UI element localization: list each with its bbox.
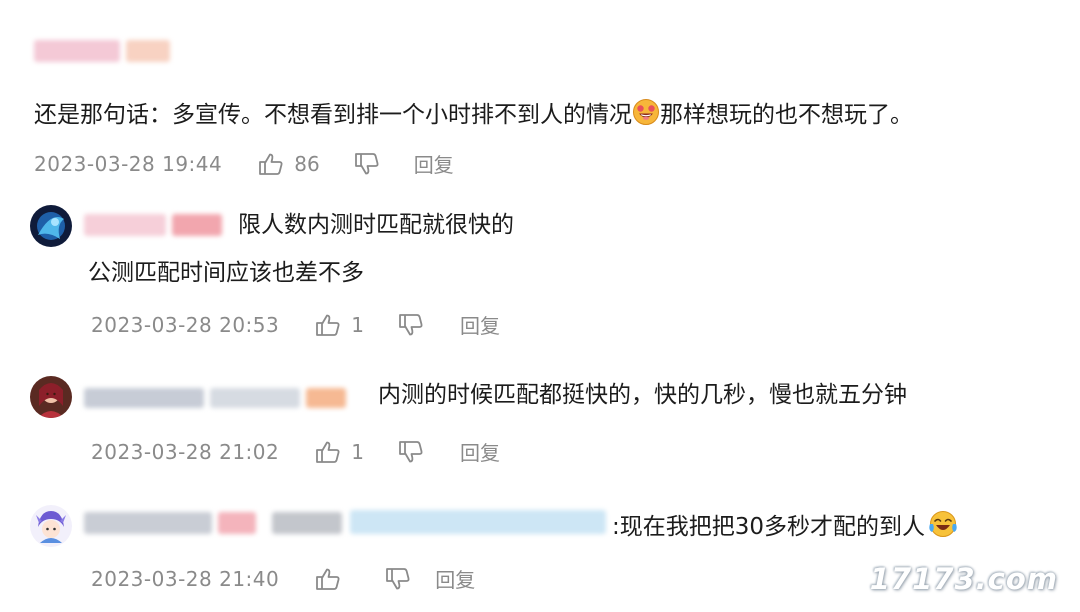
comment-text: 还是那句话：多宣传。不想看到排一个小时排不到人的情况 那样想玩的也不想玩了。: [34, 98, 913, 134]
thumbs-down-icon: [385, 567, 411, 591]
username-blurred[interactable]: [84, 214, 166, 236]
username-blurred[interactable]: [84, 388, 204, 408]
username-blurred-tail: [172, 214, 222, 236]
username-blurred-tail: [350, 510, 606, 534]
reply-button[interactable]: 回复: [460, 310, 500, 339]
username-blurred-accent: [218, 512, 256, 534]
like-button[interactable]: 1: [315, 313, 364, 337]
thumbs-up-icon: [315, 440, 341, 464]
reply-timestamp: 2023-03-28 21:02: [91, 439, 280, 464]
reply-timestamp: 2023-03-28 20:53: [91, 312, 280, 337]
reply-meta: 2023-03-28 21:02 1 回复: [91, 437, 500, 466]
avatar[interactable]: [30, 205, 72, 247]
username-blurred[interactable]: [84, 512, 212, 534]
reply-button[interactable]: 回复: [414, 149, 454, 178]
site-watermark: 17173.com: [869, 562, 1058, 596]
reply-button[interactable]: 回复: [435, 564, 475, 593]
comment-meta: 2023-03-28 19:44 86 回复: [34, 149, 454, 178]
like-count: 86: [294, 151, 320, 176]
reply-text-line1: :现在我把把30多秒才配的到人: [612, 510, 958, 546]
thumbs-up-icon: [315, 567, 341, 591]
username-blurred-tail: [306, 388, 346, 408]
grinning-emoji-icon: [632, 98, 660, 134]
avatar[interactable]: [30, 376, 72, 418]
reply-button[interactable]: 回复: [460, 437, 500, 466]
username-blurred-middle: [272, 512, 342, 534]
crying-laughing-emoji-icon: [928, 510, 958, 546]
reply-text-main: :现在我把把30多秒才配的到人: [612, 514, 926, 540]
dislike-button[interactable]: [398, 440, 424, 464]
reply-text-line1: 内测的时候匹配都挺快的，快的几秒，慢也就五分钟: [378, 382, 907, 408]
comment-text-after: 那样想玩的也不想玩了。: [660, 102, 913, 128]
username-blurred-middle: [210, 388, 300, 408]
avatar[interactable]: [30, 505, 72, 547]
thumbs-up-icon: [258, 152, 284, 176]
like-count: 1: [351, 439, 364, 464]
thumbs-down-icon: [398, 313, 424, 337]
comment-timestamp: 2023-03-28 19:44: [34, 151, 223, 176]
dislike-button[interactable]: [354, 152, 380, 176]
dislike-button[interactable]: [398, 313, 424, 337]
username-blurred-tail: [126, 40, 170, 62]
reply-text-line1: 限人数内测时匹配就很快的: [238, 212, 514, 238]
reply-meta: 2023-03-28 20:53 1 回复: [91, 310, 500, 339]
username-blurred[interactable]: [34, 40, 120, 62]
reply-meta: 2023-03-28 21:40 回复: [91, 564, 475, 593]
dislike-button[interactable]: [385, 567, 411, 591]
thumbs-down-icon: [398, 440, 424, 464]
thumbs-up-icon: [315, 313, 341, 337]
like-count: 1: [351, 312, 364, 337]
reply-text-line2: 公测匹配时间应该也差不多: [88, 260, 364, 286]
reply-timestamp: 2023-03-28 21:40: [91, 566, 280, 591]
thumbs-down-icon: [354, 152, 380, 176]
comment-text-main: 还是那句话：多宣传。不想看到排一个小时排不到人的情况: [34, 102, 632, 128]
like-button[interactable]: 1: [315, 440, 364, 464]
like-button[interactable]: 86: [258, 151, 320, 176]
like-button[interactable]: [315, 567, 341, 591]
